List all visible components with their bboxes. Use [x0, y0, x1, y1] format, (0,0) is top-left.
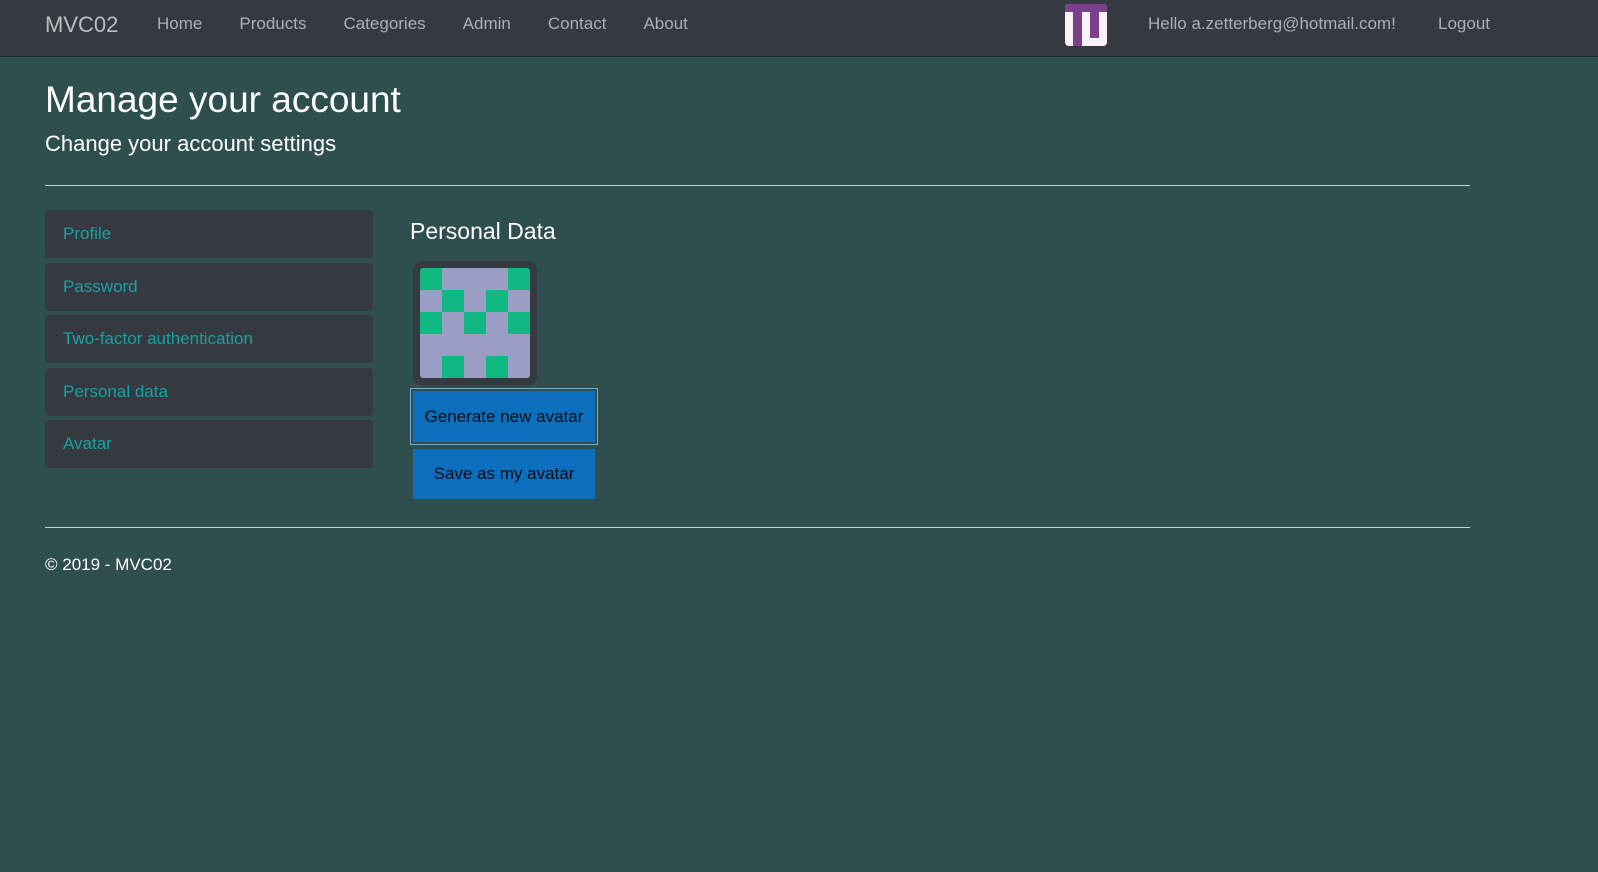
avatar-cell — [486, 290, 508, 312]
avatar-cell — [1073, 20, 1082, 30]
avatar-cell — [442, 356, 464, 378]
sidebar-item-password[interactable]: Password — [45, 262, 373, 311]
nav-link-products[interactable]: Products — [239, 14, 306, 34]
top-navbar: MVC02 Home Products Categories Admin Con… — [0, 0, 1598, 57]
sidebar-item-avatar[interactable]: Avatar — [45, 420, 373, 468]
avatar-cell — [1073, 4, 1082, 13]
save-avatar-button[interactable]: Save as my avatar — [413, 449, 595, 499]
avatar-cell — [464, 312, 486, 334]
avatar-cell — [1073, 29, 1082, 38]
logout-button[interactable]: Logout — [1438, 14, 1490, 34]
sidebar-item-two-factor[interactable]: Two-factor authentication — [45, 315, 373, 363]
user-greeting-link[interactable]: Hello a.zetterberg@hotmail.com! — [1148, 14, 1396, 34]
nav-link-admin[interactable]: Admin — [463, 14, 511, 34]
avatar-cell — [1090, 29, 1099, 38]
avatar-cell — [486, 334, 508, 356]
header-divider — [45, 185, 1470, 186]
avatar-cell — [508, 356, 530, 378]
avatar-cell — [508, 334, 530, 356]
section-title: Personal Data — [410, 218, 556, 244]
sidebar-item-personal-data[interactable]: Personal data — [45, 367, 373, 416]
page-title: Manage your account — [45, 79, 401, 120]
nav-links: Home Products Categories Admin Contact A… — [157, 14, 725, 34]
avatar-cell — [420, 268, 442, 290]
generate-avatar-button[interactable]: Generate new avatar — [410, 388, 598, 445]
avatar-cell — [464, 334, 486, 356]
avatar-cell — [1081, 29, 1091, 38]
avatar-cell — [1090, 4, 1099, 13]
avatar-cell — [442, 334, 464, 356]
avatar-cell — [1081, 20, 1091, 30]
avatar-cell — [442, 268, 464, 290]
avatar-cell — [420, 290, 442, 312]
avatar-cell — [508, 290, 530, 312]
avatar-cell — [1081, 12, 1091, 21]
nav-avatar-grid — [1065, 4, 1107, 46]
avatar-cell — [420, 312, 442, 334]
avatar-preview — [413, 261, 537, 385]
avatar-cell — [1073, 12, 1082, 21]
nav-link-home[interactable]: Home — [157, 14, 202, 34]
avatar-cell — [486, 312, 508, 334]
avatar-cell — [1081, 37, 1091, 46]
avatar-cell — [1065, 12, 1074, 21]
sidebar-item-profile[interactable]: Profile — [45, 210, 373, 258]
nav-link-categories[interactable]: Categories — [343, 14, 425, 34]
brand-link[interactable]: MVC02 — [45, 12, 118, 38]
avatar-cell — [442, 312, 464, 334]
avatar-cell — [442, 290, 464, 312]
avatar-cell — [420, 356, 442, 378]
avatar-cell — [1081, 4, 1091, 13]
avatar-cell — [1090, 12, 1099, 21]
avatar-cell — [1073, 37, 1082, 46]
avatar-cell — [1065, 20, 1074, 30]
nav-link-about[interactable]: About — [643, 14, 687, 34]
avatar-preview-image — [420, 268, 530, 378]
avatar-cell — [1098, 29, 1107, 38]
avatar-cell — [508, 268, 530, 290]
avatar-cell — [486, 268, 508, 290]
footer-copyright: © 2019 - MVC02 — [45, 555, 172, 574]
user-avatar-icon[interactable] — [1065, 4, 1107, 46]
avatar-cell — [1098, 20, 1107, 30]
avatar-cell — [1090, 37, 1099, 46]
avatar-cell — [464, 268, 486, 290]
account-sidebar: Profile Password Two-factor authenticati… — [45, 210, 373, 473]
avatar-cell — [464, 290, 486, 312]
footer-divider — [45, 527, 1470, 528]
avatar-cell — [1065, 4, 1074, 13]
avatar-cell — [508, 312, 530, 334]
avatar-cell — [486, 356, 508, 378]
avatar-cell — [1065, 29, 1074, 38]
avatar-cell — [1098, 12, 1107, 21]
nav-link-contact[interactable]: Contact — [548, 14, 607, 34]
avatar-cell — [1098, 4, 1107, 13]
avatar-cell — [420, 334, 442, 356]
avatar-cell — [1090, 20, 1099, 30]
avatar-cell — [1065, 37, 1074, 46]
page-subtitle: Change your account settings — [45, 131, 337, 156]
avatar-cell — [464, 356, 486, 378]
avatar-cell — [1098, 37, 1107, 46]
